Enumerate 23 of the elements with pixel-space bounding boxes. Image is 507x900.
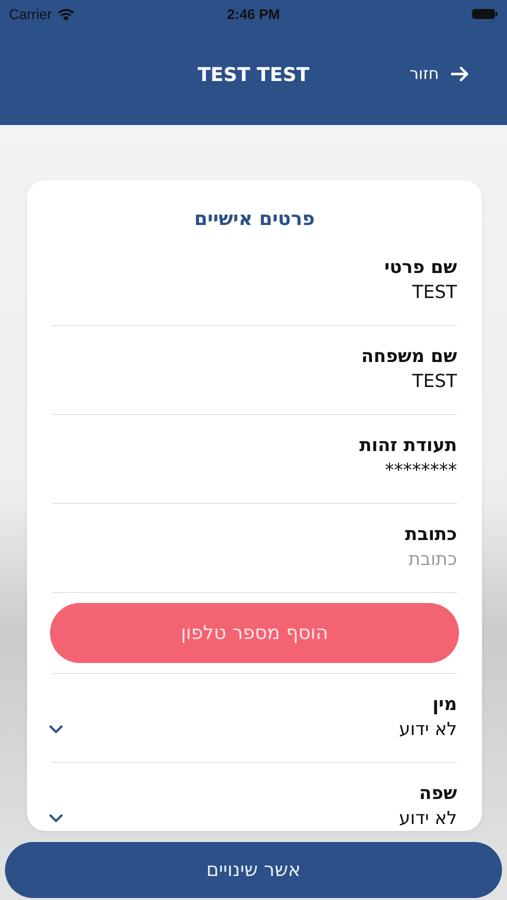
carrier-label: Carrier [9,6,52,22]
select-value[interactable]: לא ידוע [398,719,457,740]
page-title: TEST TEST [198,64,310,86]
wifi-icon [56,8,75,20]
select-value[interactable]: לא ידוע [398,808,457,829]
field-label: שם משפחה [360,345,457,369]
section-title: פרטים אישיים [193,207,316,231]
arrow-right-icon [451,66,469,82]
input-field[interactable]: TEST [52,280,457,305]
field-label: מין [431,693,457,717]
field-label: שפה [418,782,457,806]
confirm-changes-button[interactable]: אשר שינויים [5,842,502,898]
back-button[interactable]: חזור [410,64,469,83]
input-field[interactable]: TEST [52,369,457,394]
field-label: כתובת [404,523,457,547]
chevron-down-icon[interactable] [49,725,63,734]
input-field[interactable]: ******** [52,458,457,483]
status-time: 2:46 PM [226,6,281,22]
input-field[interactable]: כתובת [52,547,457,572]
field-label: תעודת זהות [358,434,457,458]
field-label: שם פרטי [383,256,457,280]
battery-icon [472,8,498,20]
chevron-down-icon[interactable] [49,814,63,823]
